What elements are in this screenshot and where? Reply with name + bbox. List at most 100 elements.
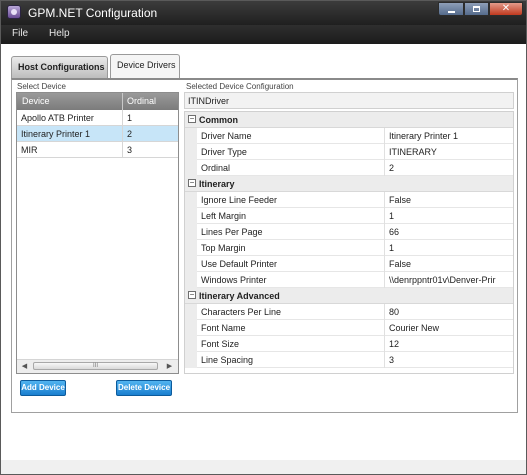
select-device-label: Select Device <box>17 82 66 91</box>
property-name: Driver Name <box>201 131 252 141</box>
main-content: Host Configurations Device Drivers Selec… <box>1 44 526 460</box>
horizontal-scrollbar[interactable]: ◀ III ▶ <box>17 359 178 373</box>
property-row[interactable]: Ignore Line Feeder False <box>185 192 513 208</box>
device-row-selected[interactable]: Itinerary Printer 1 2 <box>17 126 178 142</box>
category-itinerary[interactable]: − Itinerary <box>185 176 513 192</box>
property-row[interactable]: Ordinal 2 <box>185 160 513 176</box>
device-name: MIR <box>21 145 38 155</box>
property-row[interactable]: Font Name Courier New <box>185 320 513 336</box>
property-name: Windows Printer <box>201 275 267 285</box>
property-row[interactable]: Top Margin 1 <box>185 240 513 256</box>
property-name: Left Margin <box>201 211 247 221</box>
close-icon: ✕ <box>501 3 511 14</box>
column-header-ordinal[interactable]: Ordinal <box>127 96 156 106</box>
row-gutter <box>185 192 197 208</box>
category-name: Itinerary Advanced <box>199 291 280 301</box>
device-list-header: Device Ordinal <box>17 93 178 110</box>
property-value[interactable]: False <box>389 259 511 269</box>
property-value[interactable]: False <box>389 195 511 205</box>
property-value[interactable]: 2 <box>389 163 511 173</box>
title-bar[interactable]: GPM.NET Configuration ✕ <box>1 1 526 25</box>
tab-device-drivers[interactable]: Device Drivers <box>110 54 180 78</box>
property-value[interactable]: ITINERARY <box>389 147 511 157</box>
property-value[interactable]: \\denrppntr01v\Denver-Prir <box>389 275 511 285</box>
column-divider <box>384 128 385 144</box>
menu-file[interactable]: File <box>12 28 28 39</box>
property-value[interactable]: 12 <box>389 339 511 349</box>
row-gutter <box>185 224 197 240</box>
property-name: Use Default Printer <box>201 259 278 269</box>
property-value[interactable]: 3 <box>389 355 511 365</box>
row-divider <box>122 126 123 142</box>
property-row[interactable]: Driver Type ITINERARY <box>185 144 513 160</box>
close-button[interactable]: ✕ <box>489 2 523 16</box>
device-ordinal: 2 <box>127 129 133 139</box>
category-itinerary-advanced[interactable]: − Itinerary Advanced <box>185 288 513 304</box>
maximize-icon <box>473 6 480 12</box>
property-row[interactable]: Font Size 12 <box>185 336 513 352</box>
column-divider <box>122 93 123 110</box>
column-divider <box>384 240 385 256</box>
row-gutter <box>185 144 197 160</box>
category-common[interactable]: − Common <box>185 112 513 128</box>
property-name: Lines Per Page <box>201 227 263 237</box>
minimize-button[interactable] <box>438 2 464 16</box>
menu-help[interactable]: Help <box>49 28 70 39</box>
row-gutter <box>185 272 197 288</box>
property-row[interactable]: Characters Per Line 80 <box>185 304 513 320</box>
property-value[interactable]: 1 <box>389 243 511 253</box>
property-row[interactable]: Windows Printer \\denrppntr01v\Denver-Pr… <box>185 272 513 288</box>
column-divider <box>384 160 385 176</box>
collapse-icon[interactable]: − <box>188 291 196 299</box>
category-name: Common <box>199 115 238 125</box>
property-name: Line Spacing <box>201 355 254 365</box>
property-grid[interactable]: − Common Driver Name Itinerary Printer 1… <box>184 111 514 374</box>
app-window: GPM.NET Configuration ✕ File Help Host C… <box>0 0 527 475</box>
add-device-button[interactable]: Add Device <box>20 380 66 396</box>
property-value[interactable]: 80 <box>389 307 511 317</box>
category-name: Itinerary <box>199 179 235 189</box>
delete-device-button[interactable]: Delete Device <box>116 380 172 396</box>
device-row[interactable]: MIR 3 <box>17 142 178 158</box>
property-value[interactable]: 66 <box>389 227 511 237</box>
collapse-icon[interactable]: − <box>188 115 196 123</box>
device-list[interactable]: Device Ordinal Apollo ATB Printer 1 Itin… <box>16 92 179 374</box>
property-row[interactable]: Use Default Printer False <box>185 256 513 272</box>
property-row[interactable]: Lines Per Page 66 <box>185 224 513 240</box>
app-icon[interactable] <box>7 5 21 19</box>
column-divider <box>384 144 385 160</box>
property-name: Driver Type <box>201 147 247 157</box>
scroll-right-icon[interactable]: ▶ <box>163 360 176 373</box>
property-value[interactable]: 1 <box>389 211 511 221</box>
column-header-device[interactable]: Device <box>22 96 50 106</box>
column-divider <box>384 272 385 288</box>
row-divider <box>122 142 123 158</box>
device-ordinal: 1 <box>127 113 133 123</box>
property-value[interactable]: Itinerary Printer 1 <box>389 131 511 141</box>
maximize-button[interactable] <box>464 2 489 16</box>
property-name: Top Margin <box>201 243 246 253</box>
row-gutter <box>185 208 197 224</box>
property-value[interactable]: Courier New <box>389 323 511 333</box>
selected-device-config-label: Selected Device Configuration <box>186 82 294 91</box>
property-grid-header: ITINDriver <box>184 92 514 109</box>
device-row[interactable]: Apollo ATB Printer 1 <box>17 110 178 126</box>
property-row[interactable]: Left Margin 1 <box>185 208 513 224</box>
column-divider <box>384 208 385 224</box>
device-ordinal: 3 <box>127 145 133 155</box>
scroll-left-icon[interactable]: ◀ <box>18 360 31 373</box>
column-divider <box>384 320 385 336</box>
column-divider <box>384 352 385 368</box>
property-row[interactable]: Line Spacing 3 <box>185 352 513 368</box>
row-gutter <box>185 304 197 320</box>
scroll-thumb[interactable]: III <box>33 362 158 370</box>
collapse-icon[interactable]: − <box>188 179 196 187</box>
host-config-panel: Select Device Device Ordinal Apollo ATB … <box>11 78 518 413</box>
tab-host-configurations[interactable]: Host Configurations <box>11 56 108 78</box>
device-name: Apollo ATB Printer <box>21 113 94 123</box>
device-name: Itinerary Printer 1 <box>21 129 91 139</box>
property-row[interactable]: Driver Name Itinerary Printer 1 <box>185 128 513 144</box>
menu-bar: File Help <box>1 25 526 44</box>
column-divider <box>384 256 385 272</box>
column-divider <box>384 336 385 352</box>
